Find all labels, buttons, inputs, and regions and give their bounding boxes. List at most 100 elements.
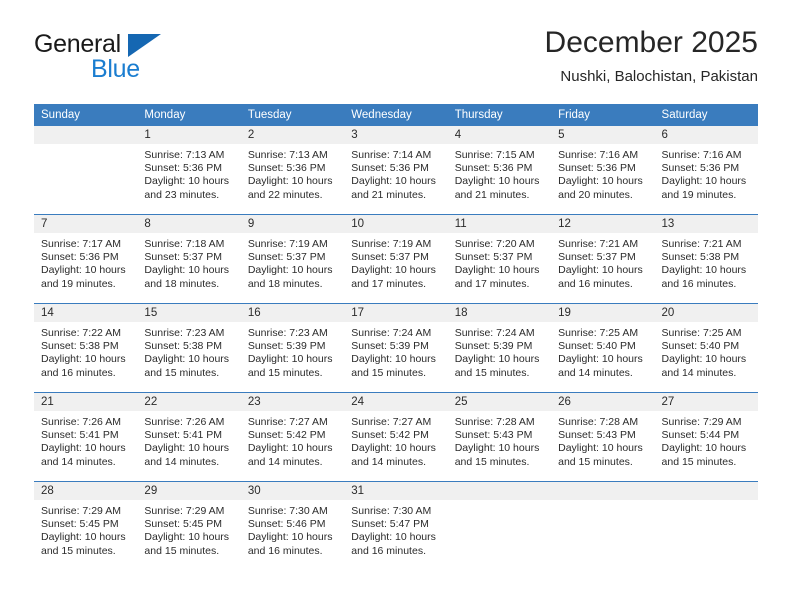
day-details: Sunrise: 7:21 AM Sunset: 5:38 PM Daylight:… bbox=[655, 233, 758, 291]
day-number bbox=[551, 482, 655, 500]
day-cell-inner: 31 Sunrise: 7:30 AM Sunset: 5:47 PM Dayligh… bbox=[344, 482, 448, 570]
day-cell-inner: 11 Sunrise: 7:20 AM Sunset: 5:37 PM Dayligh… bbox=[447, 215, 552, 303]
day-daylight-line: and 14 minutes. bbox=[41, 455, 116, 468]
day-daylight-line: Daylight: 10 hours bbox=[454, 442, 540, 455]
day-number: 25 bbox=[447, 393, 552, 411]
day-sunrise-line: Sunrise: 7:19 AM bbox=[351, 238, 432, 250]
day-sunset-line: Sunset: 5:38 PM bbox=[41, 340, 119, 353]
day-daylight-line: and 15 minutes. bbox=[558, 455, 633, 468]
location-subtitle: Nushki, Balochistan, Pakistan bbox=[560, 67, 758, 85]
calendar-day-cell[interactable]: 21 Sunrise: 7:26 AM Sunset: 5:41 PM Dayligh… bbox=[34, 392, 138, 482]
calendar-day-cell[interactable]: 31 Sunrise: 7:30 AM Sunset: 5:47 PM Dayligh… bbox=[344, 481, 448, 570]
calendar-day-cell[interactable]: 8 Sunrise: 7:18 AM Sunset: 5:37 PM Daylight… bbox=[137, 214, 241, 304]
calendar-day-cell[interactable]: 22 Sunrise: 7:26 AM Sunset: 5:41 PM Dayligh… bbox=[137, 392, 241, 482]
day-number: 21 bbox=[34, 393, 138, 411]
calendar-day-cell[interactable]: 20 Sunrise: 7:25 AM Sunset: 5:40 PM Dayligh… bbox=[654, 303, 758, 393]
day-sunrise-line: Sunrise: 7:14 AM bbox=[351, 149, 432, 161]
calendar-day-cell[interactable]: 6 Sunrise: 7:16 AM Sunset: 5:36 PM Daylight… bbox=[654, 126, 758, 215]
day-daylight-line: Daylight: 10 hours bbox=[41, 353, 126, 366]
day-number: 31 bbox=[344, 482, 448, 500]
generalblue-logo[interactable]: General Blue bbox=[34, 32, 234, 90]
calendar-day-cell[interactable]: 1 Sunrise: 7:13 AM Sunset: 5:36 PM Daylight… bbox=[137, 126, 241, 215]
calendar-day-cell[interactable]: 27 Sunrise: 7:29 AM Sunset: 5:44 PM Dayligh… bbox=[654, 392, 758, 482]
day-sunset-line: Sunset: 5:43 PM bbox=[558, 429, 636, 442]
day-sunrise-line: Sunrise: 7:16 AM bbox=[661, 149, 742, 161]
day-sunset-line: Sunset: 5:38 PM bbox=[661, 251, 740, 264]
day-daylight-line: and 19 minutes. bbox=[41, 277, 116, 290]
day-sunrise-line: Sunrise: 7:23 AM bbox=[144, 327, 225, 339]
day-number: 12 bbox=[551, 215, 655, 233]
day-sunrise-line: Sunrise: 7:22 AM bbox=[41, 327, 121, 339]
day-sunrise-line: Sunrise: 7:26 AM bbox=[41, 416, 121, 428]
day-daylight-line: and 15 minutes. bbox=[144, 366, 220, 379]
day-daylight-line: and 18 minutes. bbox=[247, 277, 323, 290]
day-sunrise-line: Sunrise: 7:29 AM bbox=[144, 505, 225, 517]
day-daylight-line: Daylight: 10 hours bbox=[661, 353, 747, 366]
day-sunrise-line: Sunrise: 7:23 AM bbox=[247, 327, 328, 339]
day-sunset-line: Sunset: 5:37 PM bbox=[351, 251, 429, 264]
calendar-day-cell[interactable]: 11 Sunrise: 7:20 AM Sunset: 5:37 PM Dayligh… bbox=[447, 214, 552, 304]
calendar-day-cell[interactable]: 13 Sunrise: 7:21 AM Sunset: 5:38 PM Dayligh… bbox=[654, 214, 758, 304]
day-details: Sunrise: 7:16 AM Sunset: 5:36 PM Daylight:… bbox=[655, 144, 758, 202]
calendar-page: General Blue December 2025 Nushki, Baloc… bbox=[0, 0, 792, 612]
day-cell-inner: 15 Sunrise: 7:23 AM Sunset: 5:38 PM Dayligh… bbox=[137, 304, 241, 392]
day-number bbox=[447, 482, 552, 500]
day-sunrise-line: Sunrise: 7:28 AM bbox=[558, 416, 639, 428]
calendar-body: 1 Sunrise: 7:13 AM Sunset: 5:36 PM Daylight… bbox=[34, 126, 758, 570]
day-details: Sunrise: 7:29 AM Sunset: 5:44 PM Daylight:… bbox=[655, 411, 758, 469]
day-number: 27 bbox=[654, 393, 758, 411]
day-cell-inner: 29 Sunrise: 7:29 AM Sunset: 5:45 PM Dayligh… bbox=[137, 482, 241, 570]
calendar-day-cell[interactable]: 12 Sunrise: 7:21 AM Sunset: 5:37 PM Dayligh… bbox=[551, 214, 655, 304]
calendar-day-cell[interactable]: 2 Sunrise: 7:13 AM Sunset: 5:36 PM Daylight… bbox=[240, 126, 345, 215]
calendar-day-cell[interactable]: 23 Sunrise: 7:27 AM Sunset: 5:42 PM Dayligh… bbox=[240, 392, 345, 482]
day-sunset-line: Sunset: 5:47 PM bbox=[351, 518, 429, 531]
day-sunrise-line: Sunrise: 7:24 AM bbox=[454, 327, 535, 339]
weekday-header-saturday: Saturday bbox=[654, 104, 758, 126]
calendar-day-cell[interactable]: 29 Sunrise: 7:29 AM Sunset: 5:45 PM Dayligh… bbox=[137, 481, 241, 570]
day-cell-inner: 1 Sunrise: 7:13 AM Sunset: 5:36 PM Daylight… bbox=[137, 126, 241, 214]
day-daylight-line: and 15 minutes. bbox=[247, 366, 323, 379]
calendar-day-cell[interactable]: 10 Sunrise: 7:19 AM Sunset: 5:37 PM Dayligh… bbox=[344, 214, 448, 304]
day-sunrise-line: Sunrise: 7:15 AM bbox=[454, 149, 535, 161]
calendar-day-cell[interactable]: 16 Sunrise: 7:23 AM Sunset: 5:39 PM Dayligh… bbox=[240, 303, 345, 393]
day-number: 16 bbox=[240, 304, 345, 322]
day-details: Sunrise: 7:23 AM Sunset: 5:39 PM Daylight:… bbox=[241, 322, 344, 380]
day-cell-inner bbox=[551, 482, 655, 570]
calendar-day-cell[interactable]: 30 Sunrise: 7:30 AM Sunset: 5:46 PM Dayligh… bbox=[240, 481, 345, 570]
day-sunset-line: Sunset: 5:37 PM bbox=[454, 251, 533, 264]
day-details: Sunrise: 7:24 AM Sunset: 5:39 PM Daylight:… bbox=[344, 322, 447, 380]
calendar-day-cell[interactable]: 28 Sunrise: 7:29 AM Sunset: 5:45 PM Dayligh… bbox=[34, 481, 138, 570]
calendar-day-cell[interactable]: 25 Sunrise: 7:28 AM Sunset: 5:43 PM Dayligh… bbox=[447, 392, 552, 482]
page-header: General Blue December 2025 Nushki, Baloc… bbox=[34, 26, 758, 96]
calendar-day-cell[interactable]: 3 Sunrise: 7:14 AM Sunset: 5:36 PM Daylight… bbox=[344, 126, 448, 215]
day-daylight-line: Daylight: 10 hours bbox=[41, 442, 126, 455]
day-sunset-line: Sunset: 5:36 PM bbox=[661, 162, 740, 175]
day-details: Sunrise: 7:13 AM Sunset: 5:36 PM Daylight:… bbox=[137, 144, 240, 202]
calendar-day-cell[interactable]: 15 Sunrise: 7:23 AM Sunset: 5:38 PM Dayligh… bbox=[137, 303, 241, 393]
weekday-header-tuesday: Tuesday bbox=[240, 104, 345, 126]
calendar-day-cell[interactable]: 17 Sunrise: 7:24 AM Sunset: 5:39 PM Dayligh… bbox=[344, 303, 448, 393]
calendar-day-cell[interactable]: 19 Sunrise: 7:25 AM Sunset: 5:40 PM Dayligh… bbox=[551, 303, 655, 393]
calendar-week-row: 21 Sunrise: 7:26 AM Sunset: 5:41 PM Dayligh… bbox=[34, 392, 758, 482]
day-details: Sunrise: 7:20 AM Sunset: 5:37 PM Daylight:… bbox=[448, 233, 551, 291]
title-block: December 2025 Nushki, Balochistan, Pakis… bbox=[545, 26, 758, 85]
day-sunset-line: Sunset: 5:40 PM bbox=[558, 340, 636, 353]
calendar-day-cell[interactable]: 26 Sunrise: 7:28 AM Sunset: 5:43 PM Dayligh… bbox=[551, 392, 655, 482]
calendar-day-cell[interactable]: 18 Sunrise: 7:24 AM Sunset: 5:39 PM Dayligh… bbox=[447, 303, 552, 393]
day-cell-inner: 4 Sunrise: 7:15 AM Sunset: 5:36 PM Daylight… bbox=[447, 126, 552, 214]
calendar-day-cell[interactable]: 7 Sunrise: 7:17 AM Sunset: 5:36 PM Daylight… bbox=[34, 214, 138, 304]
calendar-day-cell[interactable]: 5 Sunrise: 7:16 AM Sunset: 5:36 PM Daylight… bbox=[551, 126, 655, 215]
day-number: 4 bbox=[447, 126, 552, 144]
day-sunset-line: Sunset: 5:42 PM bbox=[351, 429, 429, 442]
day-cell-inner bbox=[34, 126, 138, 214]
calendar-grid: Sunday Monday Tuesday Wednesday Thursday… bbox=[34, 104, 758, 570]
calendar-day-cell[interactable]: 4 Sunrise: 7:15 AM Sunset: 5:36 PM Daylight… bbox=[447, 126, 552, 215]
calendar-day-cell[interactable]: 14 Sunrise: 7:22 AM Sunset: 5:38 PM Dayligh… bbox=[34, 303, 138, 393]
calendar-day-cell[interactable]: 24 Sunrise: 7:27 AM Sunset: 5:42 PM Dayligh… bbox=[344, 392, 448, 482]
day-details: Sunrise: 7:17 AM Sunset: 5:36 PM Daylight:… bbox=[34, 233, 137, 291]
day-sunrise-line: Sunrise: 7:29 AM bbox=[41, 505, 121, 517]
day-daylight-line: Daylight: 10 hours bbox=[558, 175, 643, 188]
calendar-day-cell[interactable]: 9 Sunrise: 7:19 AM Sunset: 5:37 PM Daylight… bbox=[240, 214, 345, 304]
day-daylight-line: Daylight: 10 hours bbox=[351, 175, 436, 188]
day-cell-inner: 19 Sunrise: 7:25 AM Sunset: 5:40 PM Dayligh… bbox=[551, 304, 655, 392]
